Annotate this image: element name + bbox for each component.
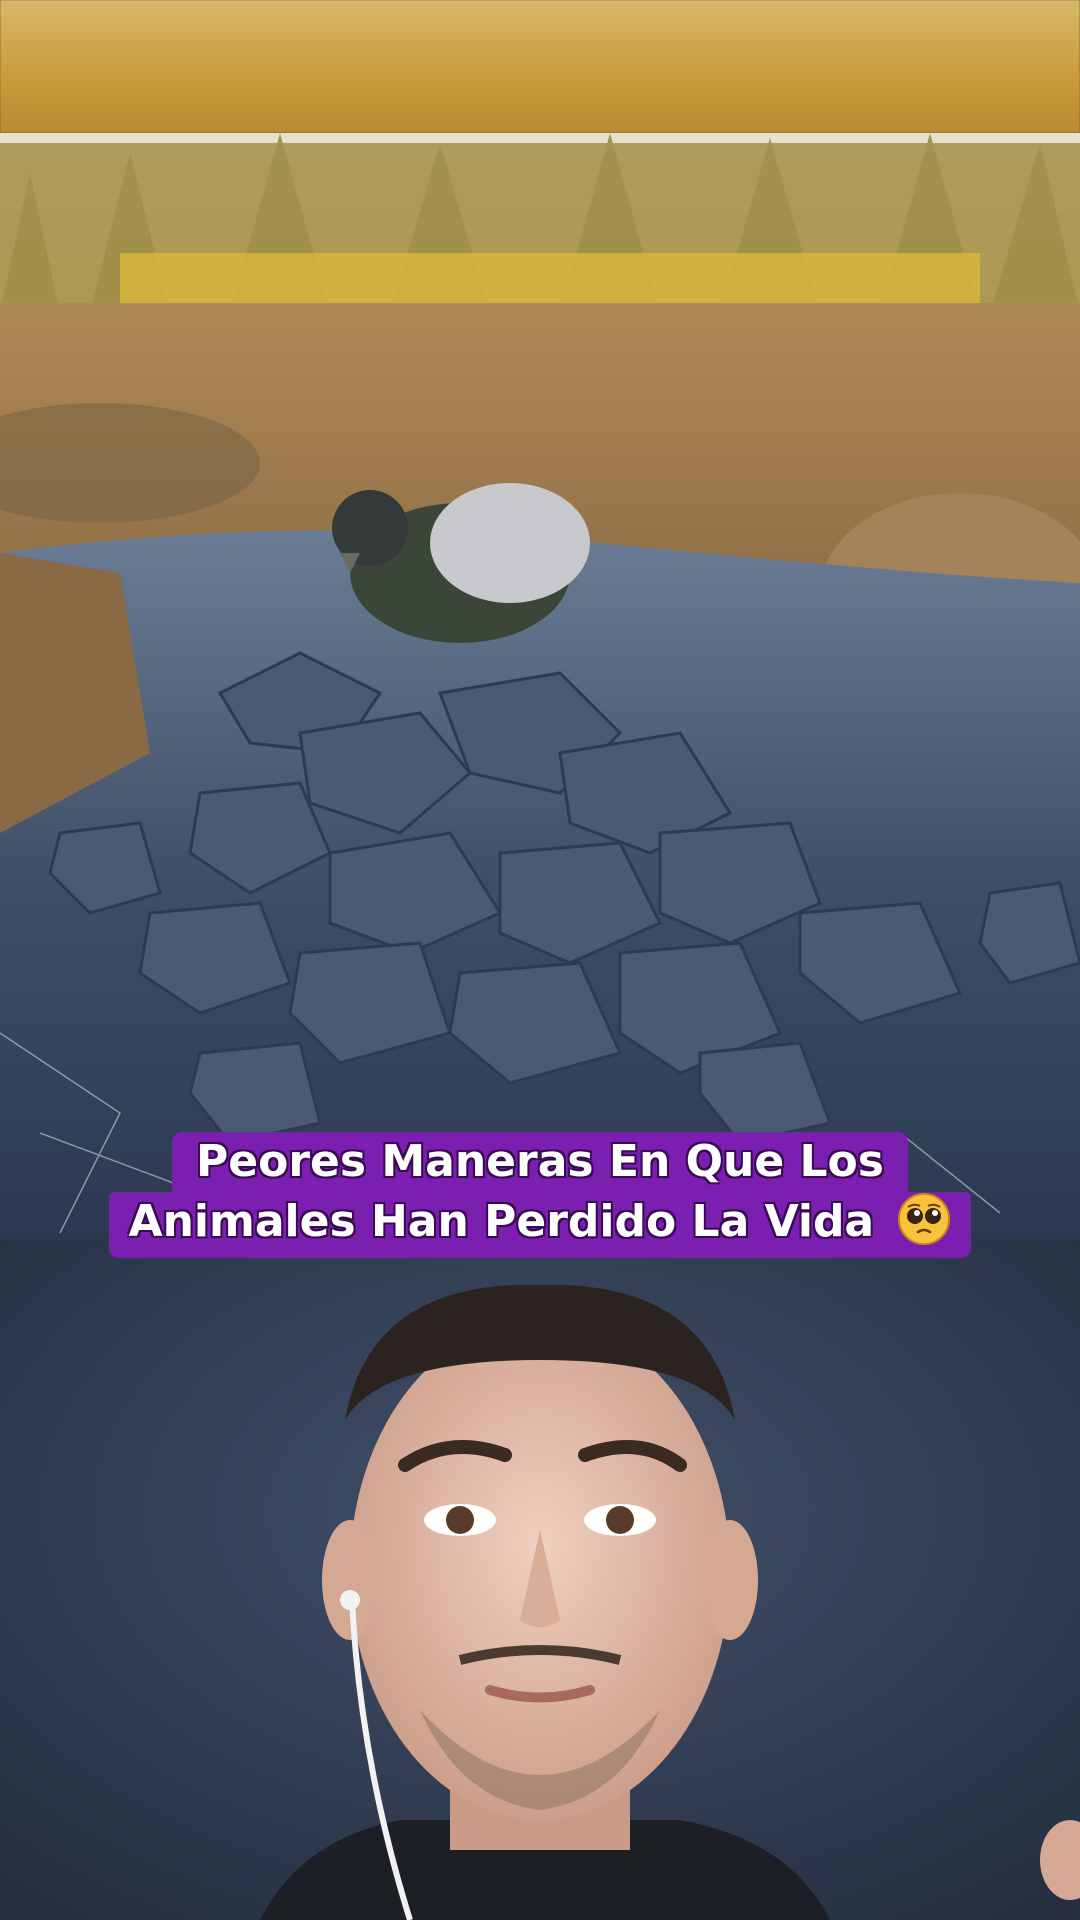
caption-line-2: Animales Han Perdido La Vida (108, 1192, 972, 1258)
blurred-top-band (0, 0, 1080, 133)
video-clip-bird-on-ice (0, 133, 1080, 1240)
caption-line-2-text: Animales Han Perdido La Vida (128, 1196, 875, 1247)
bird-on-ice-scene (0, 133, 1080, 1240)
caption-line-1: Peores Maneras En Que Los (172, 1132, 908, 1192)
caption-overlay: Peores Maneras En Que Los Animales Han P… (0, 1132, 1080, 1258)
pleading-face-emoji-icon (897, 1192, 951, 1246)
presenter-face (0, 1240, 1080, 1920)
webcam-video-presenter (0, 1240, 1080, 1920)
